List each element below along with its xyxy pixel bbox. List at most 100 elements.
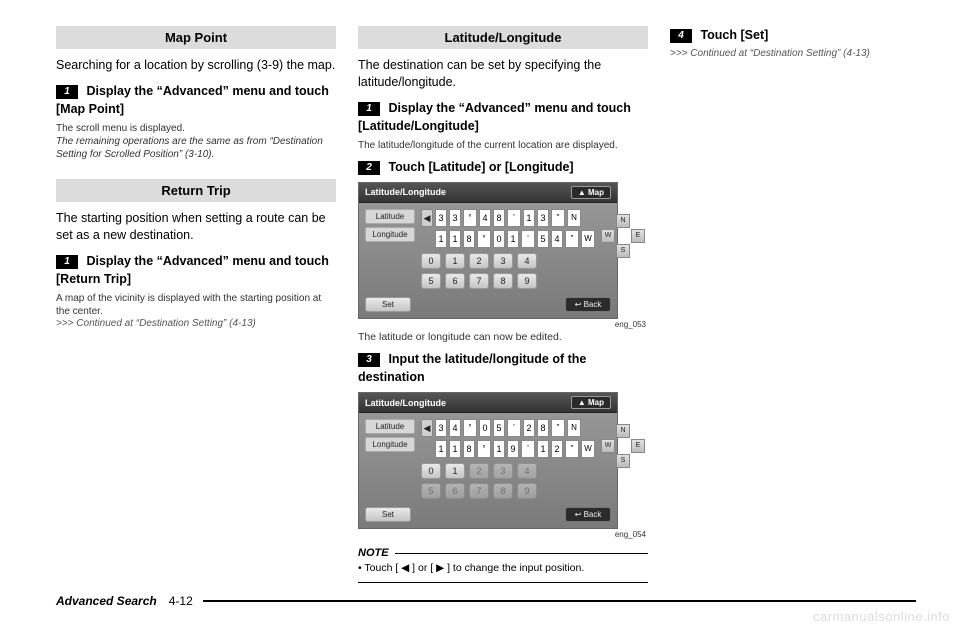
- longitude-value-row: 1 1 8 ° 1 9 ' 1 2 " W: [421, 440, 595, 458]
- digit: 3: [435, 419, 447, 437]
- latitude-value-row: ◀ 3 3 ° 4 8 ' 1 3 " N: [421, 209, 595, 227]
- key-7[interactable]: 7: [469, 483, 489, 499]
- digit: 4: [551, 230, 563, 248]
- latlon-after-1: The latitude or longitude can now be edi…: [358, 331, 648, 345]
- arrow-left-icon[interactable]: ◀: [421, 209, 433, 227]
- key-6[interactable]: 6: [445, 273, 465, 289]
- map-point-step-1: 1 Display the “Advanced” menu and touch …: [56, 82, 336, 118]
- compass-n[interactable]: N: [616, 424, 630, 438]
- compass-s[interactable]: S: [616, 244, 630, 258]
- key-1[interactable]: 1: [445, 253, 465, 269]
- compass-n[interactable]: N: [616, 214, 630, 228]
- key-4[interactable]: 4: [517, 463, 537, 479]
- digit: 1: [507, 230, 519, 248]
- latlon-step-3: 3 Input the latitude/longitude of the de…: [358, 350, 648, 386]
- unit: ": [565, 230, 579, 248]
- set-button[interactable]: Set: [365, 297, 411, 312]
- digit: 1: [493, 440, 505, 458]
- compass-e[interactable]: E: [631, 229, 645, 243]
- back-button[interactable]: ↩ Back: [565, 297, 611, 312]
- digit: 3: [449, 209, 461, 227]
- arrow-left-icon[interactable]: ◀: [421, 419, 433, 437]
- key-4[interactable]: 4: [517, 253, 537, 269]
- map-button[interactable]: ▲ Map: [571, 186, 611, 199]
- compass-w[interactable]: W: [601, 439, 615, 453]
- compass-w[interactable]: W: [601, 229, 615, 243]
- key-9[interactable]: 9: [517, 483, 537, 499]
- heading-map-point: Map Point: [56, 26, 336, 49]
- step-text: Display the “Advanced” menu and touch [R…: [56, 254, 329, 286]
- note-label: NOTE: [358, 547, 395, 559]
- screen-title-bar: Latitude/Longitude ▲ Map: [359, 393, 617, 413]
- key-8[interactable]: 8: [493, 483, 513, 499]
- longitude-tab[interactable]: Longitude: [365, 227, 415, 242]
- compass-icon: N S W E: [601, 424, 645, 468]
- return-trip-note: A map of the vicinity is displayed with …: [56, 292, 336, 318]
- step-text: Display the “Advanced” menu and touch [L…: [358, 101, 631, 133]
- step-number-icon: 3: [358, 353, 380, 367]
- screenshot-2: Latitude/Longitude ▲ Map Latitude Longit…: [358, 392, 648, 539]
- digit: 3: [537, 209, 549, 227]
- page-footer: Advanced Search 4-12: [56, 594, 916, 608]
- key-2[interactable]: 2: [469, 253, 489, 269]
- digit: 4: [479, 209, 491, 227]
- back-button[interactable]: ↩ Back: [565, 507, 611, 522]
- step-text: Touch [Set]: [700, 28, 768, 42]
- latitude-tab[interactable]: Latitude: [365, 209, 415, 224]
- step-text: Touch [Latitude] or [Longitude]: [388, 160, 573, 174]
- key-7[interactable]: 7: [469, 273, 489, 289]
- longitude-tab[interactable]: Longitude: [365, 437, 415, 452]
- set-button[interactable]: Set: [365, 507, 411, 522]
- digit: 5: [537, 230, 549, 248]
- key-3[interactable]: 3: [493, 253, 513, 269]
- latlon-step-4: 4 Touch [Set]: [670, 26, 930, 44]
- return-trip-continued: >>> Continued at “Destination Setting” (…: [56, 318, 336, 329]
- map-button[interactable]: ▲ Map: [571, 396, 611, 409]
- return-trip-step-1: 1 Display the “Advanced” menu and touch …: [56, 252, 336, 288]
- compass-e[interactable]: E: [631, 439, 645, 453]
- step-number-icon: 1: [56, 85, 78, 99]
- step-number-icon: 4: [670, 29, 692, 43]
- latlon-step-2: 2 Touch [Latitude] or [Longitude]: [358, 158, 648, 176]
- key-5[interactable]: 5: [421, 483, 441, 499]
- numeric-keypad: 0 1 2 3 4 5 6 7 8 9: [421, 463, 551, 499]
- step-number-icon: 1: [358, 102, 380, 116]
- key-1[interactable]: 1: [445, 463, 465, 479]
- key-5[interactable]: 5: [421, 273, 441, 289]
- step-text: Display the “Advanced” menu and touch [M…: [56, 84, 329, 116]
- longitude-value-row: 1 1 8 ° 0 1 ' 5 4 " W: [421, 230, 595, 248]
- hemisphere: W: [581, 440, 595, 458]
- digit: 9: [507, 440, 519, 458]
- screen-title: Latitude/Longitude: [365, 398, 446, 408]
- note-heading: NOTE: [358, 547, 648, 559]
- step-number-icon: 1: [56, 255, 78, 269]
- key-8[interactable]: 8: [493, 273, 513, 289]
- digit: 1: [435, 230, 447, 248]
- screenshot-caption: eng_053: [358, 320, 648, 329]
- map-point-note-1: The scroll menu is displayed.: [56, 122, 336, 135]
- key-3[interactable]: 3: [493, 463, 513, 479]
- screen-title: Latitude/Longitude: [365, 187, 446, 197]
- numeric-keypad: 0 1 2 3 4 5 6 7 8 9: [421, 253, 551, 289]
- key-9[interactable]: 9: [517, 273, 537, 289]
- latitude-tab[interactable]: Latitude: [365, 419, 415, 434]
- key-6[interactable]: 6: [445, 483, 465, 499]
- latlon-body: The destination can be set by specifying…: [358, 57, 648, 91]
- digit: 2: [523, 419, 535, 437]
- digit: 1: [449, 230, 461, 248]
- digit: 2: [551, 440, 563, 458]
- unit: ": [551, 419, 565, 437]
- key-2[interactable]: 2: [469, 463, 489, 479]
- key-0[interactable]: 0: [421, 253, 441, 269]
- digit: 1: [537, 440, 549, 458]
- digit: 3: [435, 209, 447, 227]
- latitude-value-row: ◀ 3 4 ° 0 5 ' 2 8 " N: [421, 419, 595, 437]
- digit: 1: [449, 440, 461, 458]
- key-0[interactable]: 0: [421, 463, 441, 479]
- column-1: Map Point Searching for a location by sc…: [56, 26, 336, 630]
- compass-s[interactable]: S: [616, 454, 630, 468]
- compass-icon: N S W E: [601, 214, 645, 258]
- map-point-note-2: The remaining operations are the same as…: [56, 135, 336, 161]
- note-rule: [358, 582, 648, 583]
- digit: 5: [493, 419, 505, 437]
